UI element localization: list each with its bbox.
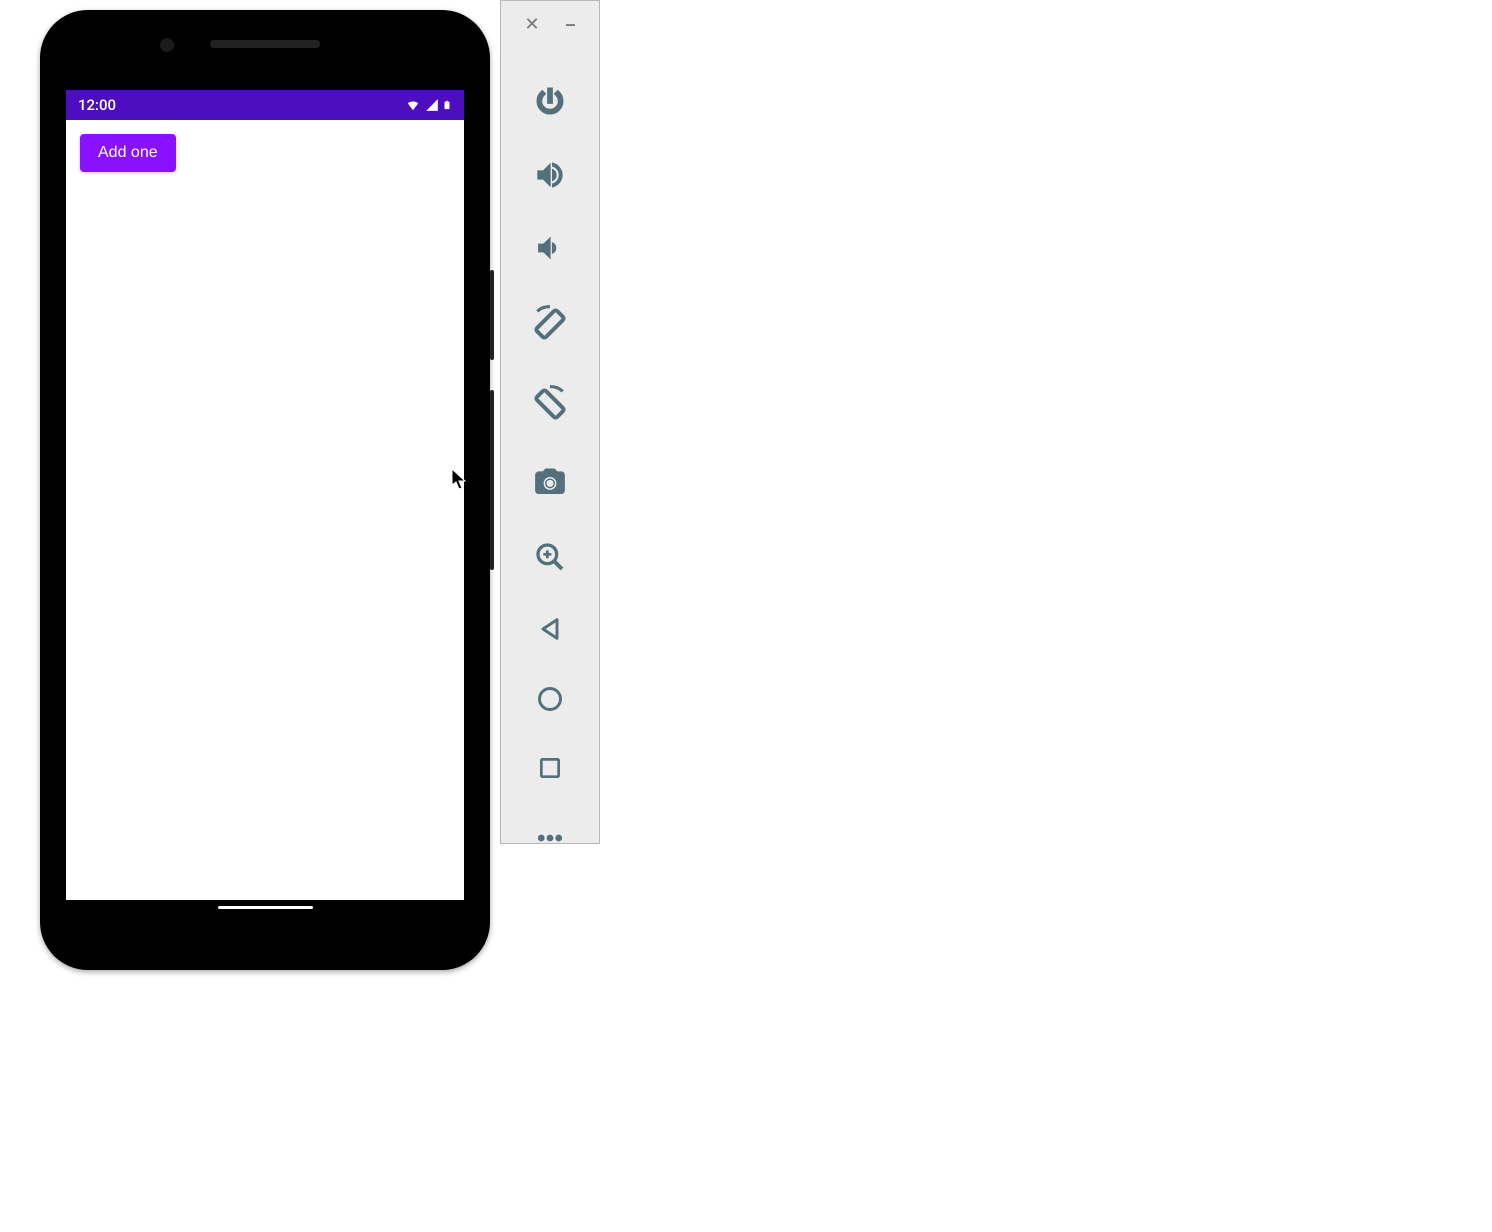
home-button[interactable]	[531, 685, 569, 713]
zoom-icon	[534, 541, 566, 573]
toolbar-window-controls: ✕ –	[524, 15, 575, 33]
android-nav-bar	[66, 900, 464, 930]
volume-down-button[interactable]	[531, 233, 569, 263]
emulator-toolbar: ✕ –	[500, 0, 600, 844]
wifi-icon	[404, 98, 422, 112]
close-button[interactable]: ✕	[524, 15, 539, 33]
power-button[interactable]	[531, 85, 569, 117]
app-content: Add one	[66, 120, 464, 186]
screenshot-icon	[533, 465, 567, 499]
battery-icon	[442, 97, 452, 113]
overview-button[interactable]	[531, 755, 569, 781]
home-indicator	[218, 906, 313, 909]
volume-down-icon	[535, 233, 565, 263]
rotate-right-icon	[531, 385, 569, 423]
power-icon	[534, 85, 566, 117]
phone-speaker	[210, 40, 320, 48]
phone-screen: 12:00 Add one	[66, 90, 464, 930]
add-one-button[interactable]: Add one	[80, 134, 176, 172]
volume-up-button[interactable]	[531, 159, 569, 191]
status-time: 12:00	[78, 96, 116, 114]
rotate-left-button[interactable]	[531, 305, 569, 343]
volume-up-icon	[534, 159, 566, 191]
status-icons	[404, 97, 452, 113]
android-status-bar: 12:00	[66, 90, 464, 120]
phone-frame: 12:00 Add one	[40, 10, 490, 970]
phone-camera	[160, 38, 174, 52]
overview-icon	[537, 755, 563, 781]
signal-icon	[424, 98, 440, 112]
rotate-left-icon	[531, 305, 569, 343]
more-icon	[535, 823, 565, 853]
home-icon	[536, 685, 564, 713]
back-icon	[536, 615, 564, 643]
back-button[interactable]	[531, 615, 569, 643]
more-button[interactable]	[531, 823, 569, 853]
minimize-button[interactable]: –	[566, 15, 576, 33]
screenshot-button[interactable]	[531, 465, 569, 499]
rotate-right-button[interactable]	[531, 385, 569, 423]
zoom-button[interactable]	[531, 541, 569, 573]
